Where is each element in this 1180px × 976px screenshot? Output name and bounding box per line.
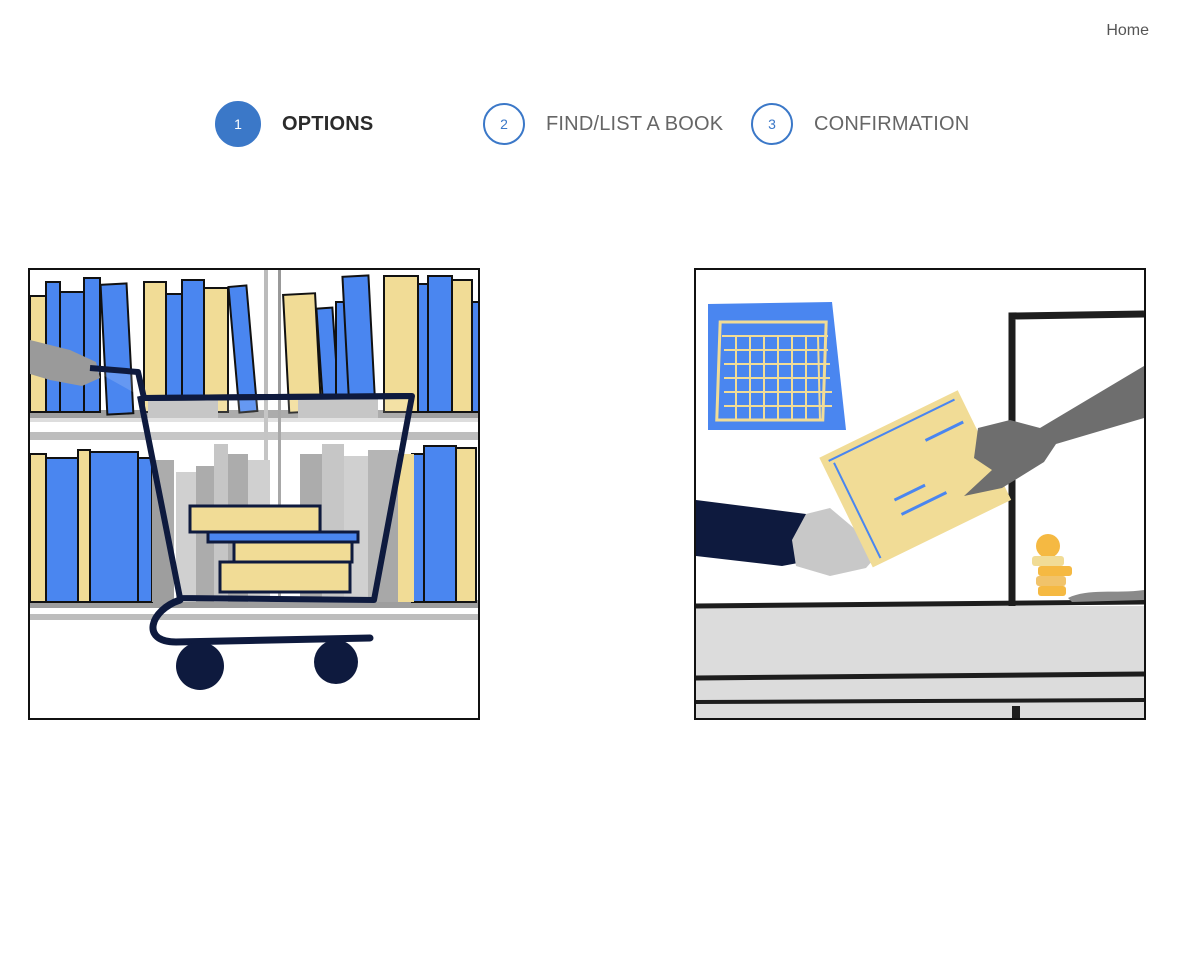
step-number: 3 [751, 103, 793, 145]
coins-icon [1032, 534, 1072, 596]
step-options[interactable]: 1 OPTIONS [215, 101, 373, 147]
shopping-cart-illustration [30, 270, 478, 690]
buy-book-option-card[interactable] [28, 268, 480, 720]
step-number: 1 [215, 101, 261, 147]
list-book-option-card[interactable] [694, 268, 1146, 720]
book-exchange-illustration [696, 302, 1144, 718]
step-find-list-book[interactable]: 2 FIND/LIST A BOOK [483, 101, 723, 147]
step-label: CONFIRMATION [814, 112, 970, 135]
step-confirmation[interactable]: 3 CONFIRMATION [751, 101, 969, 147]
step-number: 2 [483, 103, 525, 145]
step-label: OPTIONS [282, 112, 374, 135]
home-link[interactable]: Home [1106, 22, 1149, 40]
calendar-icon [708, 302, 846, 430]
progress-stepper: 1 OPTIONS 2 FIND/LIST A BOOK 3 CONFIRMAT… [0, 101, 1180, 147]
step-label: FIND/LIST A BOOK [546, 112, 724, 135]
